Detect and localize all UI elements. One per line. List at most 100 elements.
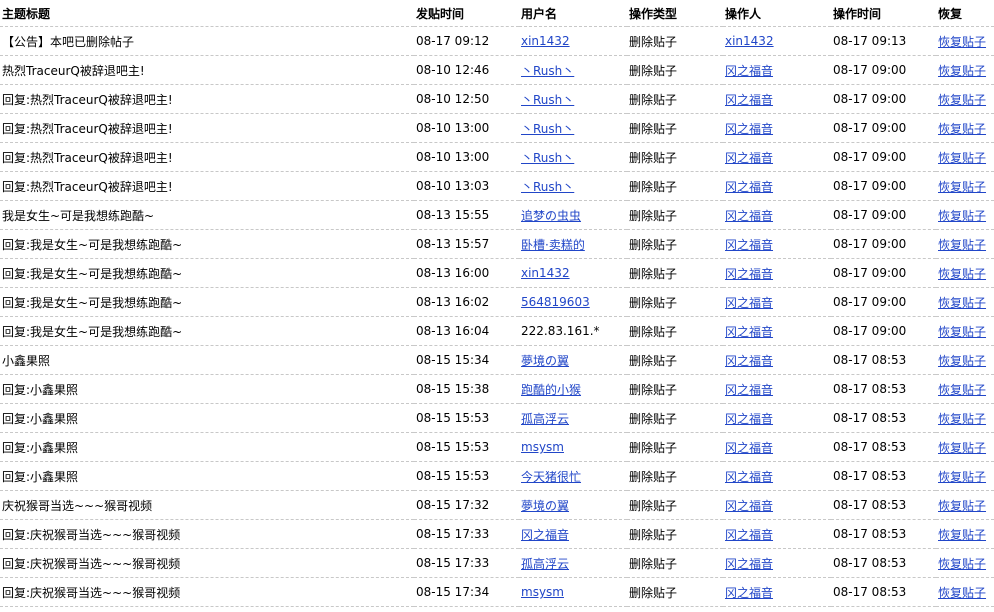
operator-cell: 冈之福音 — [723, 461, 831, 491]
restore-post-link[interactable]: 恢复贴子 — [938, 412, 986, 426]
post-time-cell: 08-13 15:55 — [414, 200, 519, 230]
operator-cell: 冈之福音 — [723, 577, 831, 607]
restore-post-link[interactable]: 恢复贴子 — [938, 499, 986, 513]
restore-post-link[interactable]: 恢复贴子 — [938, 122, 986, 136]
username-link[interactable]: 夢境の翼 — [521, 354, 569, 368]
operator-link[interactable]: 冈之福音 — [725, 122, 773, 136]
username-link[interactable]: msysm — [521, 440, 564, 454]
restore-post-link[interactable]: 恢复贴子 — [938, 383, 986, 397]
username-link[interactable]: 卧槽·卖糕的 — [521, 238, 585, 252]
table-header-row: 主题标题 发贴时间 用户名 操作类型 操作人 操作时间 恢复 — [0, 0, 994, 27]
username-link[interactable]: 追梦の虫虫 — [521, 209, 581, 223]
operator-cell: 冈之福音 — [723, 345, 831, 375]
restore-post-link[interactable]: 恢复贴子 — [938, 151, 986, 165]
table-row: 热烈TraceurQ被辞退吧主! 08-10 12:46 丶Rush丶 删除贴子 冈之福… — [0, 55, 994, 85]
post-title-cell: 热烈TraceurQ被辞退吧主! — [0, 55, 414, 85]
restore-post-link[interactable]: 恢复贴子 — [938, 586, 986, 600]
op-time-cell: 08-17 08:53 — [831, 577, 936, 607]
username: 222.83.161.* — [521, 324, 600, 338]
op-time-cell: 08-17 08:53 — [831, 490, 936, 520]
op-type: 删除贴子 — [629, 469, 678, 484]
username-link[interactable]: 跑酷的小猴 — [521, 383, 581, 397]
operator-link[interactable]: 冈之福音 — [725, 64, 773, 78]
restore-post-link[interactable]: 恢复贴子 — [938, 238, 986, 252]
op-time-cell: 08-17 08:53 — [831, 432, 936, 462]
username-link[interactable]: 今天猪很忙 — [521, 470, 581, 484]
table-row: 回复:我是女生~可是我想练跑酷~ 08-13 16:00 xin1432 删除贴子 冈之… — [0, 258, 994, 288]
post-title: 回复:庆祝猴哥当选~~~猴哥视频 — [2, 556, 181, 571]
username-link[interactable]: 丶Rush丶 — [521, 151, 574, 165]
post-title: 回复:热烈TraceurQ被辞退吧主! — [2, 150, 173, 165]
restore-post-link[interactable]: 恢复贴子 — [938, 557, 986, 571]
username-cell: 丶Rush丶 — [519, 84, 627, 114]
operator-link[interactable]: 冈之福音 — [725, 470, 773, 484]
restore-post-link[interactable]: 恢复贴子 — [938, 325, 986, 339]
operator-link[interactable]: 冈之福音 — [725, 267, 773, 281]
username-link[interactable]: 冈之福音 — [521, 528, 569, 542]
username-link[interactable]: 夢境の翼 — [521, 499, 569, 513]
username-link[interactable]: 孤高浮云 — [521, 557, 569, 571]
op-type-cell: 删除贴子 — [627, 142, 723, 172]
operator-link[interactable]: 冈之福音 — [725, 383, 773, 397]
post-time: 08-17 09:12 — [416, 34, 490, 48]
op-time-cell: 08-17 09:00 — [831, 55, 936, 85]
op-time: 08-17 09:00 — [833, 295, 907, 309]
op-time-cell: 08-17 09:00 — [831, 229, 936, 259]
operator-link[interactable]: 冈之福音 — [725, 354, 773, 368]
post-title-cell: 回复:庆祝猴哥当选~~~猴哥视频 — [0, 577, 414, 607]
op-type: 删除贴子 — [629, 92, 678, 107]
restore-post-link[interactable]: 恢复贴子 — [938, 35, 986, 49]
username-link[interactable]: xin1432 — [521, 34, 570, 48]
restore-post-link[interactable]: 恢复贴子 — [938, 528, 986, 542]
restore-post-cell: 恢复贴子 — [936, 55, 994, 85]
operator-link[interactable]: 冈之福音 — [725, 238, 773, 252]
operator-link[interactable]: 冈之福音 — [725, 586, 773, 600]
operator-link[interactable]: 冈之福音 — [725, 412, 773, 426]
header-restore: 恢复 — [936, 0, 994, 27]
op-time: 08-17 08:53 — [833, 527, 907, 541]
restore-post-link[interactable]: 恢复贴子 — [938, 354, 986, 368]
operator-link[interactable]: 冈之福音 — [725, 209, 773, 223]
username-link[interactable]: 丶Rush丶 — [521, 93, 574, 107]
username-link[interactable]: xin1432 — [521, 266, 570, 280]
username-cell: msysm — [519, 432, 627, 462]
username-link[interactable]: 564819603 — [521, 295, 590, 309]
post-time-cell: 08-15 17:33 — [414, 548, 519, 578]
operator-link[interactable]: 冈之福音 — [725, 441, 773, 455]
post-time-cell: 08-15 15:53 — [414, 461, 519, 491]
username-cell: 追梦の虫虫 — [519, 200, 627, 230]
restore-post-link[interactable]: 恢复贴子 — [938, 296, 986, 310]
operator-link[interactable]: 冈之福音 — [725, 557, 773, 571]
op-time: 08-17 08:53 — [833, 440, 907, 454]
username-link[interactable]: 丶Rush丶 — [521, 180, 574, 194]
header-op-type: 操作类型 — [627, 0, 723, 27]
table-row: 回复:热烈TraceurQ被辞退吧主! 08-10 13:00 丶Rush丶 删除贴子… — [0, 142, 994, 172]
operator-link[interactable]: 冈之福音 — [725, 296, 773, 310]
operator-link[interactable]: 冈之福音 — [725, 180, 773, 194]
restore-post-link[interactable]: 恢复贴子 — [938, 470, 986, 484]
op-type-cell: 删除贴子 — [627, 461, 723, 491]
restore-post-link[interactable]: 恢复贴子 — [938, 441, 986, 455]
operator-link[interactable]: xin1432 — [725, 34, 774, 48]
operator-link[interactable]: 冈之福音 — [725, 151, 773, 165]
table-body: 【公告】本吧已删除帖子 08-17 09:12 xin1432 删除贴子 xin1432… — [0, 26, 994, 607]
operator-link[interactable]: 冈之福音 — [725, 93, 773, 107]
operator-link[interactable]: 冈之福音 — [725, 528, 773, 542]
username-cell: 卧槽·卖糕的 — [519, 229, 627, 259]
username-link[interactable]: 丶Rush丶 — [521, 64, 574, 78]
username-cell: 564819603 — [519, 287, 627, 317]
username-link[interactable]: 孤高浮云 — [521, 412, 569, 426]
restore-post-link[interactable]: 恢复贴子 — [938, 209, 986, 223]
username-link[interactable]: msysm — [521, 585, 564, 599]
restore-post-link[interactable]: 恢复贴子 — [938, 64, 986, 78]
operator-link[interactable]: 冈之福音 — [725, 499, 773, 513]
op-time-cell: 08-17 08:53 — [831, 519, 936, 549]
operator-cell: xin1432 — [723, 26, 831, 56]
post-title-cell: 回复:庆祝猴哥当选~~~猴哥视频 — [0, 519, 414, 549]
username-link[interactable]: 丶Rush丶 — [521, 122, 574, 136]
restore-post-link[interactable]: 恢复贴子 — [938, 180, 986, 194]
restore-post-link[interactable]: 恢复贴子 — [938, 267, 986, 281]
operator-link[interactable]: 冈之福音 — [725, 325, 773, 339]
restore-post-link[interactable]: 恢复贴子 — [938, 93, 986, 107]
post-title: 【公告】本吧已删除帖子 — [2, 34, 135, 49]
